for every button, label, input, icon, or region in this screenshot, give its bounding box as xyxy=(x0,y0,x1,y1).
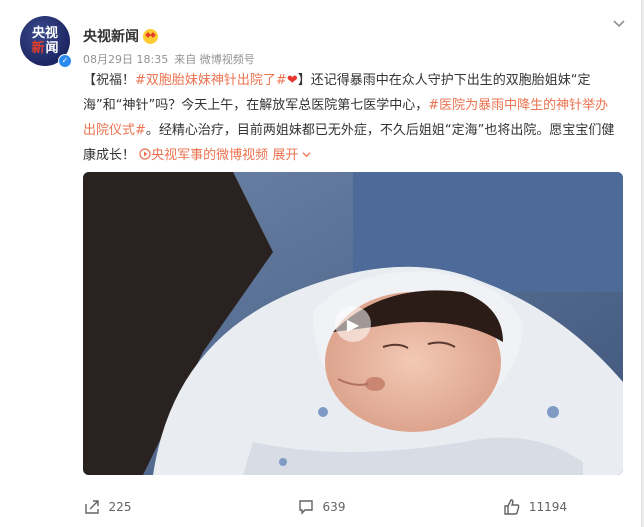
video-link[interactable]: 央视军事的微博视频 xyxy=(139,148,272,163)
share-icon xyxy=(84,500,99,514)
avatar-text-line1: 央视 xyxy=(31,26,58,41)
avatar-text-line2a: 新 xyxy=(31,41,45,56)
author-name[interactable]: 央视新闻 xyxy=(83,26,139,46)
post-meta: 08月29日 18:35 来自 微博视频号 xyxy=(83,51,255,67)
verified-badge-icon: ✓ xyxy=(58,54,72,68)
chevron-down-icon xyxy=(302,152,312,158)
post-time[interactable]: 08月29日 18:35 xyxy=(83,51,168,67)
action-bar: 225 639 11194 xyxy=(0,487,642,527)
like-button[interactable]: 11194 xyxy=(428,487,642,527)
play-button[interactable]: ▶ xyxy=(335,306,371,342)
like-count: 11194 xyxy=(528,500,568,514)
comment-button[interactable]: 639 xyxy=(214,487,428,527)
red-heart-icon: ❤ xyxy=(286,73,298,88)
post-text: 【祝福！#双胞胎妹妹神针出院了#❤】还记得暴雨中在众人守护下出生的双胞胎姐妹“定… xyxy=(83,73,615,163)
comment-icon xyxy=(298,500,313,515)
play-circle-icon xyxy=(139,148,151,160)
heart-eyes-emoji-icon xyxy=(143,28,158,44)
hashtag-link[interactable]: #双胞胎妹妹神针出院了# xyxy=(135,73,287,88)
comment-count: 639 xyxy=(322,500,346,514)
share-count: 225 xyxy=(108,500,132,514)
share-button[interactable]: 225 xyxy=(0,487,214,527)
chevron-down-icon[interactable] xyxy=(611,16,627,32)
thumbs-up-icon xyxy=(504,499,520,515)
avatar-text-line2b: 闻 xyxy=(45,41,59,56)
post-source: 来自 微博视频号 xyxy=(174,53,255,66)
weibo-post-card: 央视 新闻 ✓ 央视新闻 08月29日 18:35 来自 微博视频号 【祝福！#… xyxy=(0,0,642,527)
expand-link[interactable]: 展开 xyxy=(272,148,312,163)
